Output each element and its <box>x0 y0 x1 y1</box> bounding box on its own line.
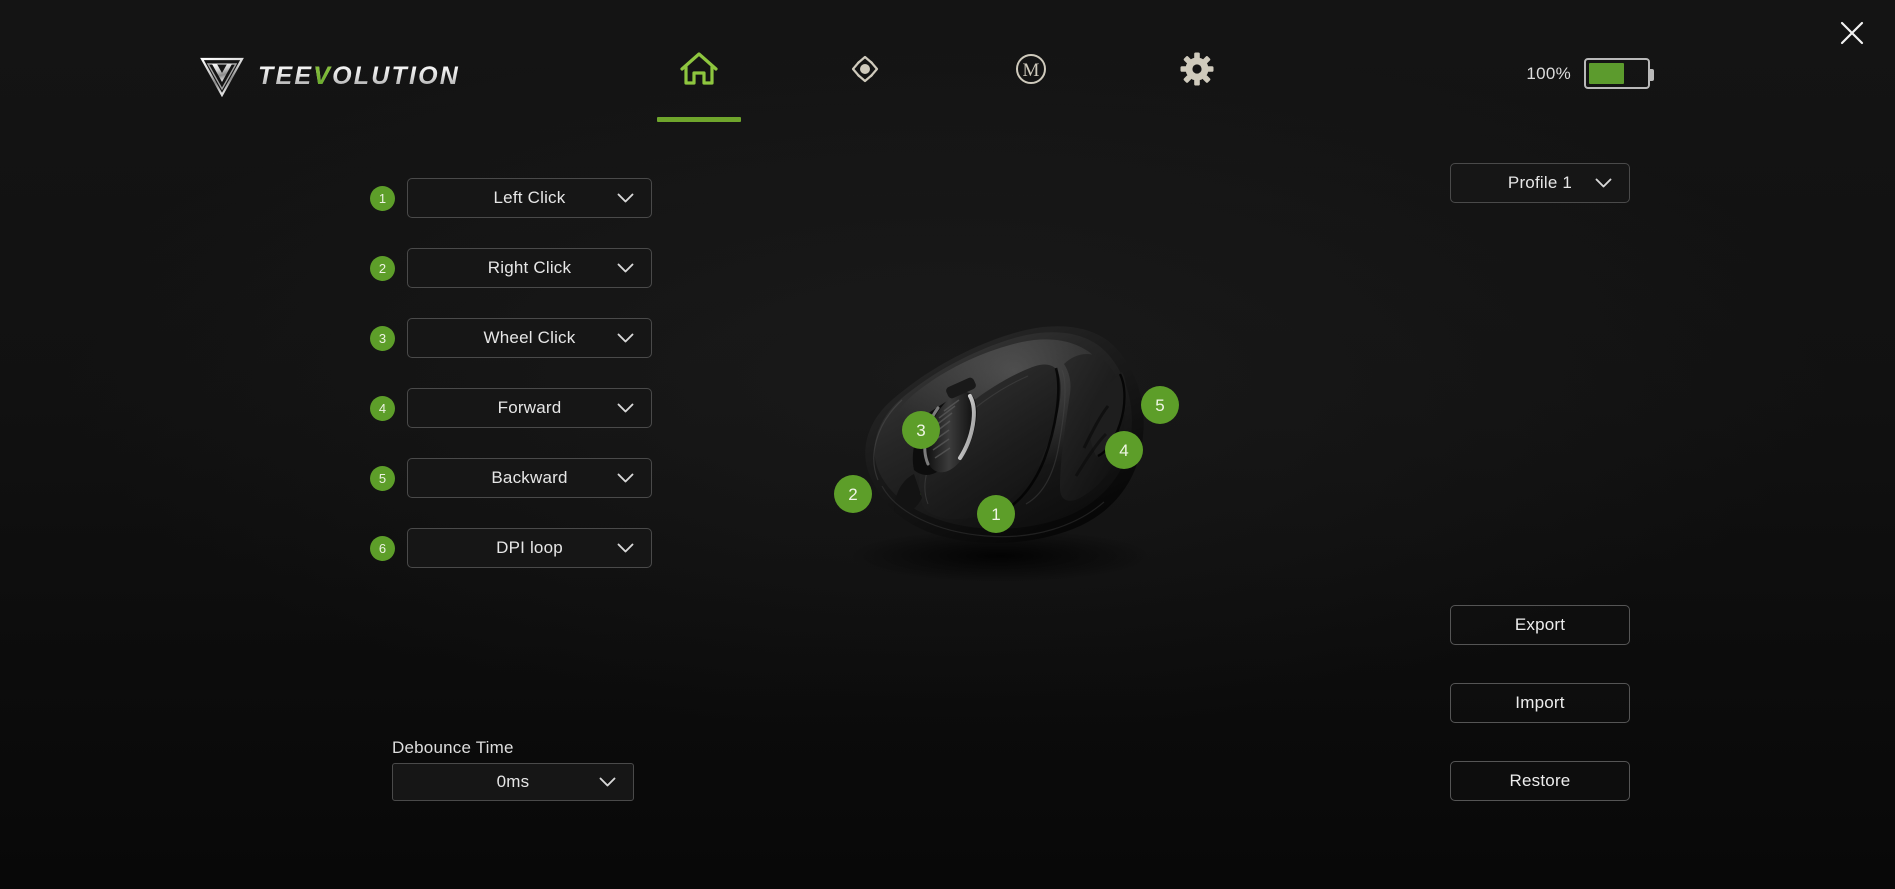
close-x-icon <box>1840 21 1864 45</box>
mouse-hotspot-4[interactable]: 4 <box>1105 431 1143 469</box>
gear-icon <box>1180 52 1213 86</box>
brand-wordmark: TEEVOLUTION <box>258 62 460 91</box>
button-number-badge: 1 <box>370 185 395 211</box>
battery-indicator: 100% <box>1526 58 1654 89</box>
button-number-badge: 5 <box>370 465 395 491</box>
button-assignment-dropdown-1[interactable]: Left Click <box>407 178 652 218</box>
button-assignment-row: 4 Forward <box>370 388 652 428</box>
button-assignment-value: DPI loop <box>496 538 563 557</box>
restore-button[interactable]: Restore <box>1450 761 1630 801</box>
dpi-crosshair-icon <box>851 55 878 83</box>
button-assignment-value: Right Click <box>487 258 572 277</box>
export-button[interactable]: Export <box>1450 605 1630 645</box>
profile-value: Profile 1 <box>1507 173 1573 192</box>
brand-logo: TEEVOLUTION <box>200 55 460 97</box>
button-assignment-row: 3 Wheel Click <box>370 318 652 358</box>
chevron-down-icon <box>617 473 634 483</box>
mouse-hotspot-5[interactable]: 5 <box>1141 386 1179 424</box>
button-assignment-value: Wheel Click <box>483 328 576 347</box>
button-assignment-value: Forward <box>497 398 562 417</box>
debounce-time-label: Debounce Time <box>392 738 514 757</box>
brand-primary: TEE <box>258 61 314 90</box>
button-assignment-row: 5 Backward <box>370 458 652 498</box>
profile-selector[interactable]: Profile 1 <box>1450 163 1630 203</box>
mouse-diagram: 1 2 3 4 5 <box>818 298 1188 586</box>
debounce-time-value: 0ms <box>496 772 530 791</box>
svg-text:M: M <box>1022 60 1039 81</box>
app-header: TEEVOLUTION M 100% <box>0 0 1895 132</box>
triangle-v-emblem-icon <box>200 57 244 97</box>
button-assignment-dropdown-5[interactable]: Backward <box>407 458 652 498</box>
nav-item-sensitivity[interactable] <box>822 44 908 122</box>
button-assignment-row: 2 Right Click <box>370 248 652 288</box>
button-assignment-dropdown-2[interactable]: Right Click <box>407 248 652 288</box>
main-navigation: M <box>656 44 1240 122</box>
chevron-down-icon <box>617 543 634 553</box>
button-number-badge: 6 <box>370 535 395 561</box>
button-number-badge: 3 <box>370 325 395 351</box>
button-number-badge: 2 <box>370 255 395 281</box>
home-icon <box>679 52 718 85</box>
button-assignment-dropdown-6[interactable]: DPI loop <box>407 528 652 568</box>
application-window: TEEVOLUTION M 100% Profile 1 1 Left Clic… <box>0 0 1895 889</box>
debounce-time-control: Debounce Time 0ms <box>392 738 634 801</box>
chevron-down-icon <box>1595 178 1612 188</box>
button-assignment-value: Backward <box>491 468 568 487</box>
chevron-down-icon <box>617 403 634 413</box>
battery-percent-label: 100% <box>1526 63 1571 83</box>
profile-dropdown[interactable]: Profile 1 <box>1450 163 1630 203</box>
brand-suffix: OLUTION <box>332 61 460 90</box>
button-assignment-dropdown-4[interactable]: Forward <box>407 388 652 428</box>
mouse-hotspot-3[interactable]: 3 <box>902 411 940 449</box>
chevron-down-icon <box>617 333 634 343</box>
button-assignment-row: 1 Left Click <box>370 178 652 218</box>
active-tab-indicator <box>656 117 741 122</box>
nav-item-settings[interactable] <box>1154 44 1240 122</box>
battery-fill-level <box>1589 63 1624 84</box>
button-assignment-list: 1 Left Click 2 Right Click 3 Wheel Click 4 Forw… <box>370 178 652 598</box>
button-number-badge: 4 <box>370 395 395 421</box>
close-window-button[interactable] <box>1829 10 1875 56</box>
chevron-down-icon <box>617 193 634 203</box>
button-assignment-dropdown-3[interactable]: Wheel Click <box>407 318 652 358</box>
chevron-down-icon <box>617 263 634 273</box>
brand-accent-letter: V <box>313 61 333 90</box>
debounce-time-dropdown[interactable]: 0ms <box>392 763 634 801</box>
battery-icon <box>1584 58 1654 89</box>
nav-item-macro[interactable]: M <box>988 44 1074 122</box>
mouse-hotspot-1[interactable]: 1 <box>977 495 1015 533</box>
button-assignment-value: Left Click <box>493 188 566 207</box>
profile-actions: Export Import Restore <box>1450 605 1630 801</box>
macro-m-icon: M <box>1015 54 1046 84</box>
import-button[interactable]: Import <box>1450 683 1630 723</box>
mouse-hotspot-2[interactable]: 2 <box>834 475 872 513</box>
button-assignment-row: 6 DPI loop <box>370 528 652 568</box>
nav-item-home[interactable] <box>656 44 742 122</box>
chevron-down-icon <box>599 777 616 787</box>
